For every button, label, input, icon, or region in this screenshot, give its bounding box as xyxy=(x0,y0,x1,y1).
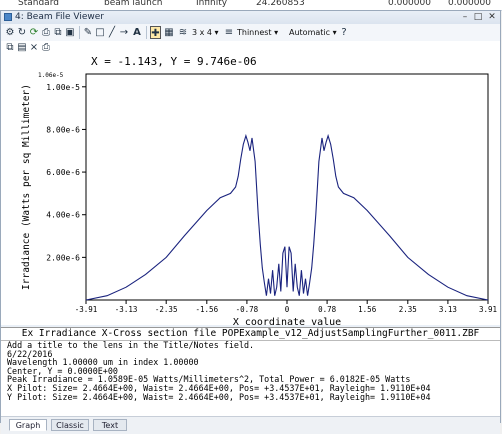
x-tick-label: 3.91 xyxy=(479,305,497,314)
window-title: 4: Beam File Viewer xyxy=(15,12,104,22)
x-tick-label: 2.35 xyxy=(399,305,417,314)
arrow-icon[interactable]: → xyxy=(119,26,129,39)
pencil-icon[interactable]: ✎ xyxy=(83,26,93,39)
irradiance-chart: -3.91 -3.13 -2.35 -1.56 -0.78 0 0.78 1.56 2.35 3.… xyxy=(21,72,497,325)
view-tabs: Graph Classic Text xyxy=(1,416,500,434)
layers-icon[interactable]: ≋ xyxy=(178,26,188,39)
tab-text[interactable]: Text xyxy=(93,419,127,431)
y-axis-label: Irradiance (Watts per sq Millimeter) xyxy=(21,84,32,290)
tab-classic[interactable]: Classic xyxy=(51,419,89,431)
bg-cell-value-a: 0.000000 xyxy=(388,0,431,8)
copy-icon[interactable]: ⧉ xyxy=(53,26,63,39)
bg-cell-thickness: 24.260853 xyxy=(256,0,305,8)
bg-cell-comment: beam launch xyxy=(104,0,163,8)
file-section-label: Ex Irradiance X-Cross section file POPEx… xyxy=(1,327,500,340)
reload-icon[interactable]: ⟳ xyxy=(29,26,39,39)
line-icon[interactable]: ╱ xyxy=(107,26,117,39)
y-ticks: 2.00e-6 4.00e-6 6.00e-6 8.00e-6 1.00e-5 xyxy=(46,83,86,262)
maximize-button[interactable]: □ xyxy=(472,12,484,22)
settings-icon[interactable]: ⚙ xyxy=(5,26,15,39)
x-tick-label: 0.78 xyxy=(318,305,337,314)
line-thickness-dropdown[interactable]: Thinnest ▾ xyxy=(237,26,278,39)
copy-small-icon[interactable]: ⧉ xyxy=(5,41,15,54)
y-tick-label: 6.00e-6 xyxy=(46,168,80,177)
irradiance-series-line xyxy=(85,133,489,301)
x-tick-label: 1.56 xyxy=(358,305,377,314)
x-ticks: -3.91 -3.13 -2.35 -1.56 -0.78 0 0.78 1.56 2.35 3.… xyxy=(75,300,497,314)
chevron-down-icon: ▾ xyxy=(332,28,337,37)
window-app-icon xyxy=(4,13,12,21)
x-tick-label: -3.13 xyxy=(115,305,138,314)
info-line: Add a title to the lens in the Title/Not… xyxy=(7,340,255,350)
chevron-down-icon: ▾ xyxy=(214,28,219,37)
x-tick-label: 3.13 xyxy=(439,305,457,314)
rectangle-icon[interactable]: □ xyxy=(95,26,105,39)
text-tool-icon[interactable]: A xyxy=(132,26,142,39)
bg-cell-value-b: 0.000000 xyxy=(448,0,491,8)
chevron-down-icon: ▾ xyxy=(274,28,279,37)
x-tick-label: -2.35 xyxy=(155,305,178,314)
x-tick-label: -3.91 xyxy=(75,305,98,314)
help-icon[interactable]: ? xyxy=(339,26,349,39)
window-title-bar[interactable]: 4: Beam File Viewer – □ ✕ xyxy=(1,11,500,25)
x-axis-label: X coordinate value xyxy=(233,317,341,325)
close-small-icon[interactable]: × xyxy=(29,41,39,54)
y-tick-label: 1.00e-5 xyxy=(46,83,80,92)
toolbar-separator xyxy=(146,26,147,39)
close-button[interactable]: ✕ xyxy=(486,12,498,22)
toolbar-separator xyxy=(79,26,80,39)
tab-graph[interactable]: Graph xyxy=(9,419,47,431)
x-tick-label: -1.56 xyxy=(196,305,219,314)
line-thickness-value: Thinnest xyxy=(237,28,272,37)
y-tick-label: 2.00e-6 xyxy=(46,253,80,262)
page-icon[interactable]: ▤ xyxy=(17,41,27,54)
save-icon[interactable]: ▣ xyxy=(65,26,75,39)
bg-cell-type: Standard xyxy=(18,0,59,8)
scale-value: Automatic xyxy=(289,28,331,37)
x-tick-label: -0.78 xyxy=(236,305,259,314)
beam-file-viewer-window: 4: Beam File Viewer – □ ✕ ⚙ ↻ ⟳ ⎙ ⧉ ▣ ✎ … xyxy=(0,10,501,434)
secondary-toolbar: ⧉ ▤ × ⎙ xyxy=(1,41,500,56)
plot-area[interactable]: X = -1.143, Y = 9.746e-06 -3.91 -3.13 -2.3… xyxy=(1,55,500,325)
grid-icon[interactable]: ▦ xyxy=(164,26,174,39)
print-icon[interactable]: ⎙ xyxy=(41,26,51,39)
print-small-icon[interactable]: ⎙ xyxy=(41,41,51,54)
line-thickness-icon: ≡ xyxy=(224,27,234,38)
y-top-label: 1.06e-5 xyxy=(38,72,64,79)
bg-cell-radius: Infinity xyxy=(196,0,228,8)
fit-view-icon[interactable]: ✚ xyxy=(150,26,161,39)
grid-layout-dropdown[interactable]: 3 x 4 ▾ xyxy=(192,26,219,39)
grid-layout-value: 3 x 4 xyxy=(192,28,212,37)
info-line: Y Pilot: Size= 2.4664E+00, Waist= 2.4664… xyxy=(7,391,431,402)
chart-frame xyxy=(85,73,489,301)
y-tick-label: 8.00e-6 xyxy=(46,125,80,134)
refresh-icon[interactable]: ↻ xyxy=(17,26,27,39)
minimize-button[interactable]: – xyxy=(459,12,471,22)
y-tick-label: 4.00e-6 xyxy=(46,211,80,220)
x-tick-label: 0 xyxy=(285,305,290,314)
scale-dropdown[interactable]: Automatic ▾ xyxy=(289,26,337,39)
info-text-panel: Add a title to the lens in the Title/Not… xyxy=(1,340,500,416)
toolbar: ⚙ ↻ ⟳ ⎙ ⧉ ▣ ✎ □ ╱ → A ✚ ▦ ≋ 3 x 4 ▾ ≡ Th… xyxy=(1,24,500,42)
